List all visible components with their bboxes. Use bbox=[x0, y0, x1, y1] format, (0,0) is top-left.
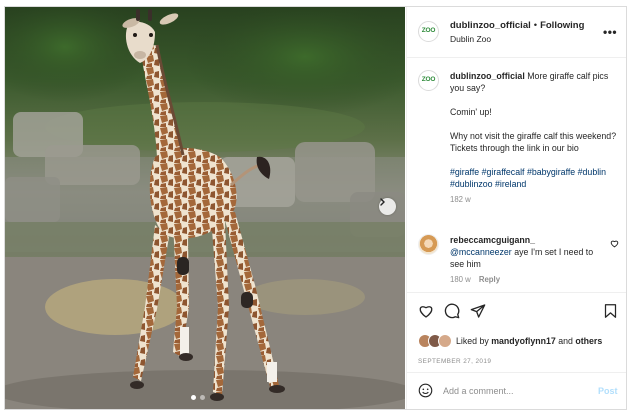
zoo-logo: ZOO bbox=[421, 76, 436, 84]
post-modal: ZOO dublinzoo_official • Following Dublin … bbox=[4, 6, 627, 410]
add-comment-input[interactable] bbox=[443, 382, 593, 400]
following-button[interactable]: Following bbox=[540, 20, 584, 31]
post-side-panel: ZOO dublinzoo_official • Following Dublin … bbox=[406, 7, 626, 409]
comment-meta: 180 w Reply bbox=[450, 275, 500, 284]
liked-by-and: and bbox=[558, 336, 573, 346]
comment-username[interactable]: rebeccamcguigann_ bbox=[450, 235, 535, 245]
post-header: ZOO dublinzoo_official • Following Dublin … bbox=[407, 7, 626, 58]
post-photo[interactable] bbox=[5, 7, 405, 409]
reply-button[interactable]: Reply bbox=[479, 275, 500, 284]
heart-icon[interactable] bbox=[418, 303, 434, 319]
comment-icon[interactable] bbox=[444, 303, 460, 319]
liked-by: Liked by mandyoflynn17 and others bbox=[418, 334, 602, 348]
caption-username[interactable]: dublinzoo_official bbox=[450, 71, 525, 81]
post-date[interactable]: SEPTEMBER 27, 2019 bbox=[418, 358, 491, 365]
caption: dublinzoo_official More giraffe calf pic… bbox=[450, 70, 620, 206]
post-header-line: dublinzoo_official • Following bbox=[450, 20, 584, 31]
commenter-avatar[interactable] bbox=[418, 234, 439, 255]
emoji-icon[interactable] bbox=[418, 383, 433, 398]
carousel-dot-active bbox=[191, 395, 196, 400]
carousel-dot bbox=[200, 395, 205, 400]
caption-text-2: Comin' up! bbox=[450, 107, 492, 117]
caption-text-3: Why not visit the giraffe calf this week… bbox=[450, 131, 617, 153]
add-comment-bar: Post bbox=[407, 372, 626, 409]
comments-area: ZOO dublinzoo_official More giraffe calf… bbox=[407, 59, 626, 291]
caption-avatar[interactable]: ZOO bbox=[418, 70, 439, 91]
comment-mention[interactable]: @mccanneezer bbox=[450, 247, 512, 257]
more-dots-icon[interactable]: ••• bbox=[603, 25, 617, 39]
caption-hashtags[interactable]: #giraffe #giraffecalf #babygiraffe #dubl… bbox=[450, 166, 620, 190]
share-icon[interactable] bbox=[470, 303, 486, 319]
next-photo-button[interactable] bbox=[379, 198, 396, 215]
liked-by-others[interactable]: others bbox=[575, 336, 602, 346]
username-link[interactable]: dublinzoo_official bbox=[450, 20, 531, 31]
comment: rebeccamcguigann_ @mccanneezer aye I'm s… bbox=[450, 234, 606, 270]
liker-avatars[interactable] bbox=[418, 334, 454, 348]
liker-avatar bbox=[438, 334, 452, 348]
post-comment-button[interactable]: Post bbox=[598, 386, 618, 396]
zoo-logo: ZOO bbox=[421, 27, 436, 35]
post-actions: Liked by mandyoflynn17 and others SEPTEM… bbox=[407, 292, 626, 372]
separator-dot: • bbox=[533, 20, 538, 31]
caption-age: 182 w bbox=[450, 195, 471, 204]
carousel-dots bbox=[191, 395, 205, 400]
giraffe-calf-photo bbox=[5, 7, 405, 409]
comment-age: 180 w bbox=[450, 275, 471, 284]
bookmark-icon[interactable] bbox=[603, 303, 618, 319]
liked-by-prefix: Liked by bbox=[456, 336, 489, 346]
profile-avatar[interactable]: ZOO bbox=[418, 21, 439, 42]
comment-like-icon[interactable] bbox=[610, 239, 619, 248]
liked-by-user[interactable]: mandyoflynn17 bbox=[491, 336, 556, 346]
location-link[interactable]: Dublin Zoo bbox=[450, 34, 491, 44]
chevron-right-icon bbox=[380, 198, 385, 206]
